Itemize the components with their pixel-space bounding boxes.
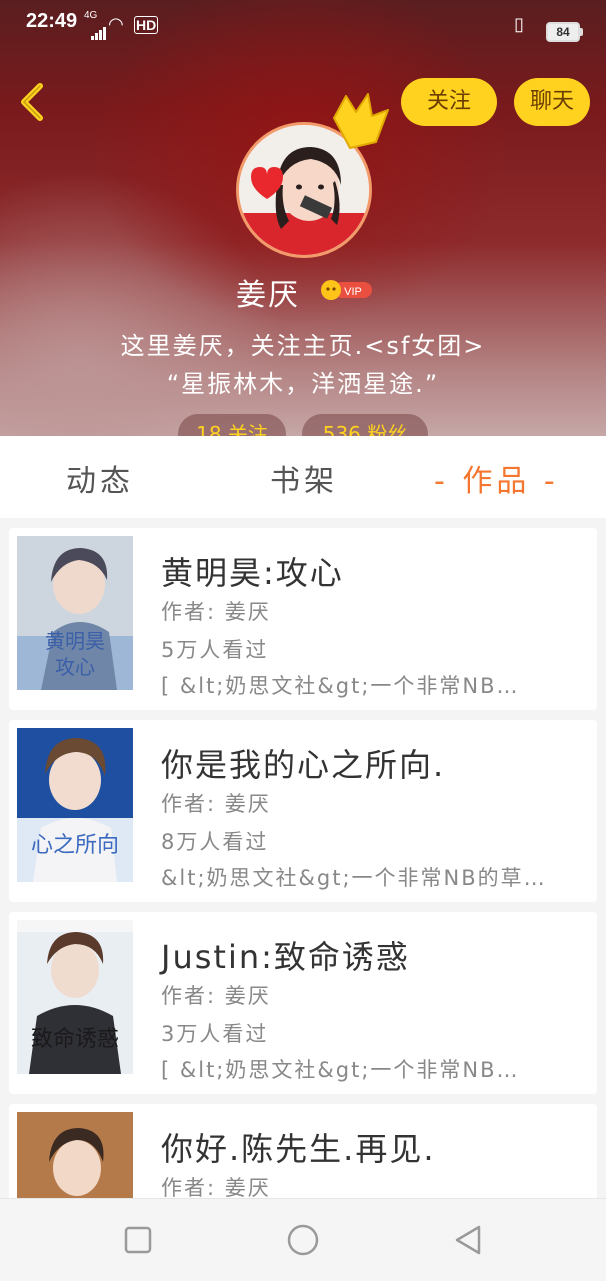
tab-bookshelf[interactable]: 书架 <box>270 456 338 500</box>
list-item[interactable]: 黄明昊 攻心 黄明昊:攻心 作者: 姜厌 5万人看过 [ &lt;奶思文社&gt… <box>9 528 597 710</box>
work-description: [ &lt;奶思文社&gt;一个非常NB… <box>161 674 520 698</box>
crown-icon <box>333 93 389 149</box>
book-cover: 心之所向 <box>17 728 133 882</box>
status-time: 22:49 <box>26 10 78 32</box>
list-item[interactable]: 心之所向 你是我的心之所向. 作者: 姜厌 8万人看过 &lt;奶思文社&gt;… <box>9 720 597 902</box>
work-description: [ &lt;奶思文社&gt;一个非常NB… <box>161 1058 520 1082</box>
book-cover: 致命诱惑 <box>17 920 133 1074</box>
vip-badge: VIP <box>321 280 372 300</box>
work-title: Justin:致命诱惑 <box>161 938 410 976</box>
back-button[interactable] <box>14 80 54 124</box>
tab-works[interactable]: - 作品 - <box>434 456 559 500</box>
svg-text:致命诱惑: 致命诱惑 <box>31 1027 119 1052</box>
work-author: 作者: 姜厌 <box>161 984 271 1008</box>
tab-bar: 动态 书架 - 作品 - <box>0 436 606 518</box>
signal-icon <box>91 22 107 40</box>
work-title: 黄明昊:攻心 <box>161 554 344 592</box>
work-author: 作者: 姜厌 <box>161 792 271 816</box>
system-nav-bar <box>0 1198 606 1281</box>
network-type: 4G <box>84 10 98 21</box>
back-nav-button[interactable] <box>451 1223 485 1257</box>
vip-label: VIP <box>344 286 362 298</box>
username: 姜厌 <box>236 278 300 313</box>
work-title: 你是我的心之所向. <box>161 746 446 784</box>
home-button[interactable] <box>286 1223 320 1257</box>
svg-text:心之所向: 心之所向 <box>31 833 119 858</box>
work-title: 你好.陈先生.再见. <box>161 1130 436 1168</box>
status-bar: 22:49 4G ◠ HD ▯ 84 <box>0 0 606 48</box>
hd-icon: HD <box>134 16 159 34</box>
list-item[interactable]: 你好.陈先生.再见. 作者: 姜厌 <box>9 1104 597 1198</box>
svg-text:攻心: 攻心 <box>55 655 95 679</box>
follow-button[interactable]: 关注 <box>401 78 497 126</box>
book-cover: 黄明昊 攻心 <box>17 536 133 690</box>
chevron-left-icon <box>21 83 43 121</box>
work-views: 3万人看过 <box>161 1022 269 1046</box>
svg-text:黄明昊: 黄明昊 <box>45 629 105 653</box>
tab-dynamic[interactable]: 动态 <box>66 456 134 500</box>
bio-line-1: 这里姜厌，关注主页.<sf女团> <box>120 332 486 360</box>
work-views: 5万人看过 <box>161 638 269 662</box>
work-views: 8万人看过 <box>161 830 269 854</box>
work-author: 作者: 姜厌 <box>161 1176 271 1198</box>
book-cover <box>17 1112 133 1198</box>
profile-header: 22:49 4G ◠ HD ▯ 84 关注 聊天 姜厌 VIP 这里姜厌，关注主… <box>0 0 606 440</box>
list-item[interactable]: 致命诱惑 Justin:致命诱惑 作者: 姜厌 3万人看过 [ &lt;奶思文社… <box>9 912 597 1094</box>
work-description: &lt;奶思文社&gt;一个非常NB的草… <box>161 866 547 890</box>
vibrate-icon: ▯ <box>514 14 524 34</box>
bio-line-2: “星振林木，洋洒星途.” <box>166 370 440 398</box>
battery-icon: 84 <box>546 22 583 42</box>
wifi-icon: ◠ <box>108 14 124 34</box>
works-list: 黄明昊 攻心 黄明昊:攻心 作者: 姜厌 5万人看过 [ &lt;奶思文社&gt… <box>0 518 606 1198</box>
work-author: 作者: 姜厌 <box>161 600 271 624</box>
chat-button[interactable]: 聊天 <box>514 78 590 126</box>
recent-apps-button[interactable] <box>121 1223 155 1257</box>
